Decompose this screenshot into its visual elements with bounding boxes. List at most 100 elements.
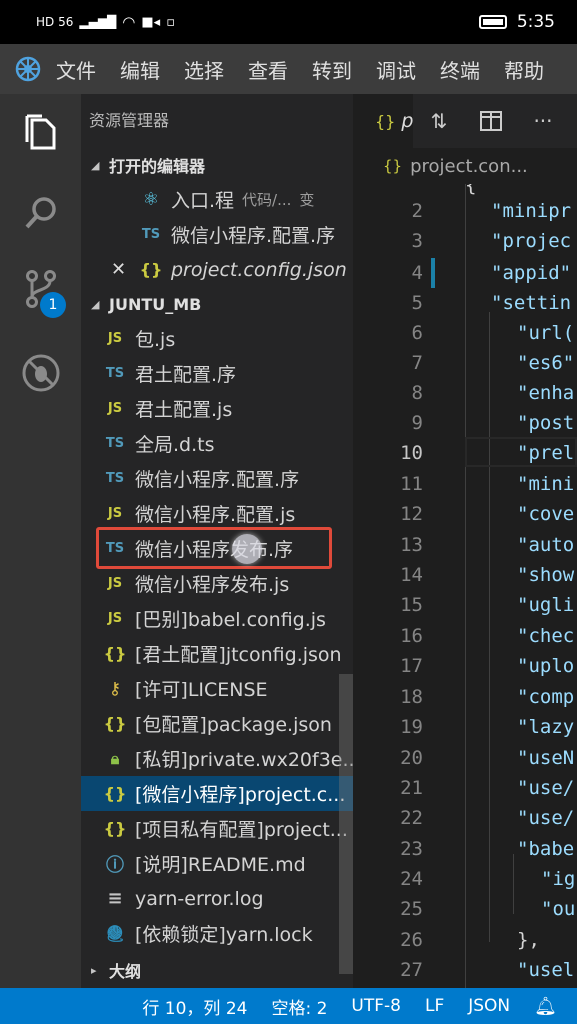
menu-selection[interactable]: 选择 bbox=[184, 55, 224, 84]
breadcrumb-file: project.con... bbox=[410, 155, 528, 177]
wifi-icon: ◠ bbox=[122, 13, 136, 31]
file-item[interactable]: TS 微信小程序.配置.序 bbox=[81, 461, 353, 496]
file-item[interactable]: ⚷ [许可]LICENSE bbox=[81, 671, 353, 706]
file-item[interactable]: JS 包.js bbox=[81, 321, 353, 356]
file-item[interactable]: ≡ yarn-error.log bbox=[81, 881, 353, 916]
json-icon: {} bbox=[103, 784, 127, 803]
file-name: [说明]README.md bbox=[135, 854, 306, 876]
battery-icon bbox=[478, 15, 507, 29]
breadcrumb[interactable]: {} project.con... bbox=[353, 148, 577, 184]
file-item[interactable]: 🔒︎ [私钥]private.wx20f3e... bbox=[81, 741, 353, 776]
chevron-down-icon: ◢ bbox=[91, 297, 100, 311]
indentation[interactable]: 空格: 2 bbox=[271, 994, 327, 1019]
code-line: 22 "use/ bbox=[400, 807, 575, 829]
debug-disabled-icon[interactable] bbox=[18, 350, 64, 396]
file-item[interactable]: TS 全局.d.ts bbox=[81, 426, 353, 461]
outline-header[interactable]: ▸ 大纲 bbox=[81, 953, 353, 987]
open-editor-item-active[interactable]: ✕ {} project.config.json bbox=[81, 252, 353, 287]
code-line: 5 "settin bbox=[411, 292, 572, 314]
close-icon[interactable]: ✕ bbox=[111, 259, 133, 280]
folder-header[interactable]: ◢ JUNTU_MB bbox=[81, 287, 353, 321]
search-icon[interactable] bbox=[18, 190, 64, 236]
app-logo-icon[interactable] bbox=[0, 55, 56, 83]
file-item[interactable]: JS 微信小程序发布.js bbox=[81, 566, 353, 601]
explorer-title: 资源管理器 bbox=[89, 111, 170, 130]
file-item[interactable]: 🧶︎ [依赖锁定]yarn.lock bbox=[81, 916, 353, 951]
file-name: 微信小程序.配置.js bbox=[135, 504, 296, 526]
language-mode[interactable]: JSON bbox=[468, 996, 510, 1016]
javascript-icon: JS bbox=[107, 331, 123, 346]
folder-label: JUNTU_MB bbox=[109, 294, 202, 314]
file-name: 微信小程序发布.js bbox=[135, 574, 290, 596]
typescript-icon: TS bbox=[141, 227, 161, 242]
code-line: 17 "uplo bbox=[400, 655, 575, 677]
file-item[interactable]: ⓘ [说明]README.md bbox=[81, 846, 353, 881]
menu-help[interactable]: 帮助 bbox=[504, 55, 544, 84]
code-line: 12 "cove bbox=[400, 503, 575, 525]
typescript-icon: TS bbox=[105, 541, 125, 556]
editor-tab-active[interactable]: {} p bbox=[353, 94, 413, 148]
file-item-selected[interactable]: {} [微信小程序]project.c... bbox=[81, 776, 353, 811]
open-editor-name: project.config.json bbox=[171, 258, 347, 281]
code-line: 11 "mini bbox=[400, 473, 575, 495]
code-line: 20 "useN bbox=[400, 747, 575, 769]
signal-icon: ▂▄▆█ bbox=[79, 15, 117, 29]
react-icon: ⚛ bbox=[142, 189, 160, 210]
scm-badge: 1 bbox=[40, 292, 66, 318]
encoding[interactable]: UTF-8 bbox=[351, 996, 401, 1016]
file-name: 全局.d.ts bbox=[135, 434, 215, 456]
sidebar-scrollbar[interactable] bbox=[339, 674, 353, 974]
network-indicators: HD 56 bbox=[36, 15, 74, 29]
notification-icon: ▫ bbox=[166, 14, 175, 30]
open-editor-extra: 变 bbox=[299, 191, 315, 209]
file-item[interactable]: TS 微信小程序发布.序 bbox=[81, 531, 353, 566]
file-item[interactable]: JS [巴别]babel.config.js bbox=[81, 601, 353, 636]
code-editor[interactable]: { 2 "minipr 3 "projec 4 "appid" 5 "settin 6 "… bbox=[353, 184, 577, 988]
more-actions-icon[interactable]: ··· bbox=[517, 109, 569, 133]
file-name: [项目私有配置]project... bbox=[135, 819, 348, 841]
file-item[interactable]: JS 微信小程序.配置.js bbox=[81, 496, 353, 531]
file-item[interactable]: {} [项目私有配置]project... bbox=[81, 811, 353, 846]
file-item[interactable]: {} [君土配置]jtconfig.json bbox=[81, 636, 353, 671]
menu-debug[interactable]: 调试 bbox=[376, 55, 416, 84]
explorer-icon[interactable] bbox=[18, 110, 64, 156]
file-name: 微信小程序发布.序 bbox=[135, 539, 294, 561]
code-line: 18 "comp bbox=[400, 686, 575, 708]
code-line: 19 "lazy bbox=[400, 716, 575, 738]
file-item[interactable]: TS 君土配置.序 bbox=[81, 356, 353, 391]
bell-icon[interactable]: 🔔︎ bbox=[534, 996, 557, 1017]
file-name: [巴别]babel.config.js bbox=[135, 609, 326, 631]
menu-terminal[interactable]: 终端 bbox=[440, 55, 480, 84]
code-line: 15 "ugli bbox=[400, 594, 575, 616]
code-line: 8 "enha bbox=[411, 382, 575, 404]
file-name: 君土配置.js bbox=[135, 399, 233, 421]
typescript-icon: TS bbox=[105, 471, 125, 486]
menu-file[interactable]: 文件 bbox=[56, 55, 96, 84]
menu-view[interactable]: 查看 bbox=[248, 55, 288, 84]
open-editors-label: 打开的编辑器 bbox=[109, 157, 206, 176]
file-name: 包.js bbox=[135, 329, 176, 351]
cursor-position[interactable]: 行 10，列 24 bbox=[142, 994, 247, 1019]
open-editor-name: 微信小程序.配置.序 bbox=[171, 225, 336, 247]
javascript-icon: JS bbox=[107, 576, 123, 591]
menu-edit[interactable]: 编辑 bbox=[120, 55, 160, 84]
open-editor-detail: 代码/... bbox=[242, 191, 292, 209]
chevron-down-icon: ◢ bbox=[91, 158, 100, 172]
compare-changes-icon[interactable]: ⇅ bbox=[413, 109, 465, 133]
open-editor-item[interactable]: ⚛ 入口.程 代码/... 变 bbox=[81, 182, 353, 217]
split-editor-icon[interactable] bbox=[465, 111, 517, 131]
menu-go[interactable]: 转到 bbox=[312, 55, 352, 84]
code-line: 2 "minipr bbox=[411, 200, 572, 222]
yarn-icon: 🧶︎ bbox=[104, 924, 126, 943]
touch-indicator bbox=[232, 534, 262, 564]
end-of-line[interactable]: LF bbox=[425, 996, 444, 1016]
editor-tab-bar: {} p ⇅ ··· bbox=[353, 94, 577, 148]
code-line: 27 "usel bbox=[400, 959, 575, 981]
file-item[interactable]: JS 君土配置.js bbox=[81, 391, 353, 426]
open-editor-name: 入口.程 bbox=[171, 190, 235, 212]
open-editors-header[interactable]: ◢ 打开的编辑器 bbox=[81, 148, 353, 182]
clock: 5:35 bbox=[516, 12, 555, 32]
open-editor-item[interactable]: TS 微信小程序.配置.序 bbox=[81, 217, 353, 252]
file-item[interactable]: {} [包配置]package.json bbox=[81, 706, 353, 741]
code-line: 24 "ig bbox=[400, 868, 576, 890]
